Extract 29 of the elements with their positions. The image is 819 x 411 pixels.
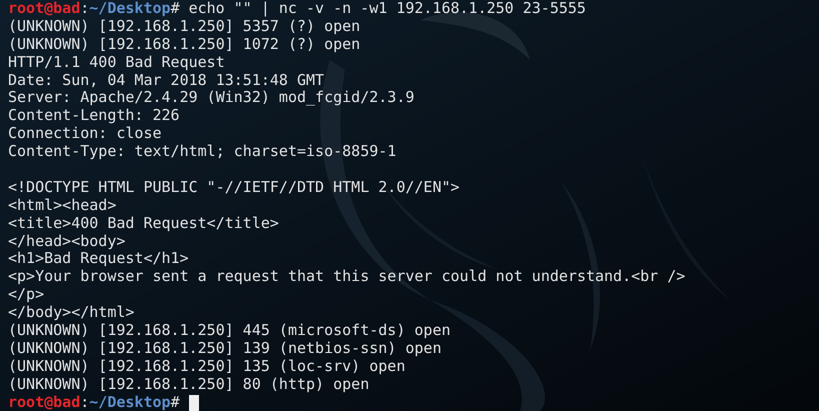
prompt-user: root@bad: [8, 0, 80, 18]
output-line: (UNKNOWN) [192.168.1.250] 135 (loc-srv) open: [8, 358, 406, 376]
output-line: (UNKNOWN) [192.168.1.250] 445 (microsoft-ds) open: [8, 322, 451, 340]
output-line: HTTP/1.1 400 Bad Request: [8, 54, 225, 72]
prompt-symbol: #: [170, 0, 180, 18]
output-line: </head><body>: [8, 232, 126, 250]
output-line: Date: Sun, 04 Mar 2018 13:51:48 GMT: [8, 72, 324, 90]
output-line: Content-Length: 226: [8, 107, 180, 126]
output-line: </p>: [8, 286, 44, 304]
output-line: <p>Your browser sent a request that this server could not understand.<br />: [8, 268, 686, 286]
output-line: (UNKNOWN) [192.168.1.250] 139 (netbios-ssn) open: [8, 340, 442, 358]
prompt-user: root@bad: [8, 394, 80, 411]
output-line: <h1>Bad Request</h1>: [8, 250, 189, 268]
output-line: (UNKNOWN) [192.168.1.250] 80 (http) open: [8, 376, 370, 394]
prompt-separator: :: [80, 394, 90, 411]
output-line: Server: Apache/2.4.29 (Win32) mod_fcgid/2.3.9: [8, 89, 414, 108]
output-line: <title>400 Bad Request</title>: [8, 214, 279, 233]
output-line: <!DOCTYPE HTML PUBLIC "-//IETF//DTD HTML 2.0//EN">: [8, 178, 460, 197]
output-line: (UNKNOWN) [192.168.1.250] 1072 (?) open: [8, 36, 360, 54]
prompt-path: ~/Desktop: [89, 0, 171, 18]
output-line: </body></html>: [8, 304, 134, 322]
output-line: (UNKNOWN) [192.168.1.250] 5357 (?) open: [8, 18, 360, 36]
output-line: Content-Type: text/html; charset=iso-8859-1: [8, 143, 396, 162]
prompt-symbol: #: [170, 394, 180, 411]
prompt-path: ~/Desktop: [89, 394, 171, 411]
prompt-separator: :: [80, 0, 90, 18]
output-line: Connection: close: [8, 125, 162, 144]
command-text: echo "" | nc -v -n -w1 192.168.1.250 23-5555: [188, 0, 586, 18]
output-line: <html><head>: [8, 196, 116, 215]
